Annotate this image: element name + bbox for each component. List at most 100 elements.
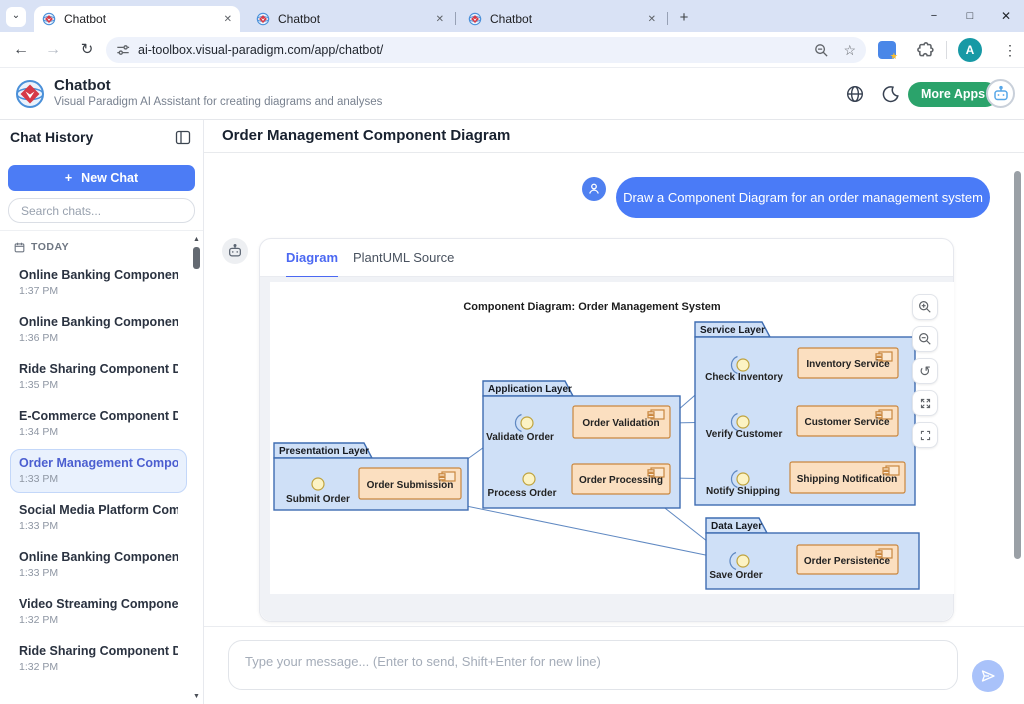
chat-history-item[interactable]: Online Banking Component ... 1:33 PM [10, 543, 187, 587]
new-chat-button[interactable]: + New Chat [8, 165, 195, 191]
fullscreen-button[interactable] [912, 422, 938, 448]
component-diagram-canvas[interactable]: Presentation Layer Application Layer Ser… [270, 282, 954, 594]
extensions-puzzle-icon[interactable] [916, 41, 934, 59]
bookmark-star-icon[interactable]: ☆ [843, 42, 856, 59]
chat-history-item[interactable]: Online Banking Component ...1:36 PM [10, 308, 187, 352]
tab-search-button[interactable]: ⌄ [6, 7, 26, 27]
response-tab-bar: Diagram PlantUML Source [260, 239, 953, 277]
tab-title: Chatbot [490, 12, 640, 26]
reset-view-button[interactable]: ↺ [912, 358, 938, 384]
component-order-persistence: Order Persistence [797, 545, 898, 574]
chatbot-badge-icon[interactable] [986, 79, 1015, 108]
chat-history-item[interactable]: Online Banking Component ... 1:37 PM [10, 261, 187, 305]
chat-item-title: Online Banking Component ... [19, 268, 178, 282]
tab-close-icon[interactable]: ✕ [224, 14, 232, 25]
back-icon[interactable]: ← [8, 32, 34, 68]
address-bar[interactable]: ai-toolbox.visual-paradigm.com/app/chatb… [106, 37, 866, 63]
scrollbar-thumb[interactable] [193, 247, 200, 269]
more-apps-button[interactable]: More Apps [908, 82, 998, 107]
tab-plantuml-source[interactable]: PlantUML Source [353, 239, 454, 276]
chat-item-time: 1:33 PM [19, 567, 178, 579]
browser-titlebar: ⌄ Chatbot ✕ Chatbot ✕ Chatbot ✕ + − □ ✕ [0, 0, 1024, 32]
chat-history-item[interactable]: Video Streaming Component...1:32 PM [10, 590, 187, 634]
zoom-out-button[interactable] [912, 326, 938, 352]
url-text[interactable]: ai-toolbox.visual-paradigm.com/app/chatb… [138, 43, 814, 57]
search-chats-input[interactable] [8, 198, 195, 223]
user-avatar [582, 177, 606, 201]
browser-tab-1[interactable]: Chatbot ✕ [34, 6, 240, 32]
diagram-toolbar: ↺ [912, 294, 938, 454]
browser-menu-icon[interactable]: ⋮ [1003, 32, 1017, 68]
chat-item-time: 1:37 PM [19, 285, 178, 297]
chat-item-time: 1:33 PM [19, 520, 178, 532]
chat-history-item[interactable]: E-Commerce Component Di...1:34 PM [10, 402, 187, 446]
chat-item-title: Video Streaming Component... [19, 597, 178, 611]
browser-tab-2[interactable]: Chatbot ✕ [248, 6, 452, 32]
site-settings-icon[interactable] [116, 43, 130, 57]
tab-title: Chatbot [64, 12, 216, 26]
chat-scrollbar-thumb[interactable] [1014, 171, 1021, 559]
interface-verify-customer [737, 416, 749, 428]
chat-history-sidebar: Chat History + New Chat TODAY Online Ban… [0, 120, 204, 704]
chat-item-time: 1:34 PM [19, 426, 178, 438]
language-globe-icon[interactable] [846, 85, 864, 103]
package-label: Application Layer [488, 384, 572, 395]
tab-close-icon[interactable]: ✕ [436, 14, 444, 25]
chat-history-item[interactable]: Social Media Platform Comp... 1:33 PM [10, 496, 187, 540]
component-shipping-notification: Shipping Notification [790, 462, 905, 493]
window-close-button[interactable]: ✕ [988, 0, 1024, 32]
profile-avatar[interactable]: A [958, 38, 982, 62]
chat-history-item[interactable]: Ride Sharing Component Dia...1:35 PM [10, 355, 187, 399]
scroll-up-icon[interactable]: ▲ [192, 236, 201, 243]
user-message-bubble: Draw a Component Diagram for an order ma… [616, 177, 990, 218]
send-plane-icon [980, 668, 996, 684]
package-label: Service Layer [700, 325, 765, 336]
window-minimize-button[interactable]: − [916, 0, 952, 32]
app-header: Chatbot Visual Paradigm AI Assistant for… [0, 68, 1024, 120]
component-order-processing: Order Processing [572, 464, 670, 494]
today-section-header: TODAY [14, 241, 187, 253]
page-title: Order Management Component Diagram [222, 120, 510, 152]
browser-tab-3[interactable]: Chatbot ✕ [460, 6, 664, 32]
svg-text:Order Validation: Order Validation [582, 418, 659, 429]
interface-submit-order [312, 478, 324, 490]
zoom-in-button[interactable] [912, 294, 938, 320]
chat-history-item-selected[interactable]: Order Management Compon...1:33 PM [10, 449, 187, 493]
visual-paradigm-logo [14, 78, 46, 110]
chat-item-time: 1:36 PM [19, 332, 178, 344]
svg-text:Verify Customer: Verify Customer [706, 429, 783, 440]
dark-mode-moon-icon[interactable] [882, 85, 900, 103]
svg-text:Order Submission: Order Submission [367, 480, 454, 491]
send-button[interactable] [972, 660, 1004, 692]
component-order-submission: Order Submission [359, 468, 461, 499]
svg-text:Save Order: Save Order [709, 570, 762, 581]
sidebar-scrollbar[interactable]: ▲ ▼ [192, 236, 201, 700]
visual-paradigm-favicon [468, 12, 482, 26]
component-diagram: Presentation Layer Application Layer Ser… [270, 282, 954, 594]
plus-icon: + [65, 171, 72, 185]
assistant-response-card: Diagram PlantUML Source [259, 238, 954, 622]
message-input[interactable] [228, 640, 958, 690]
svg-text:Submit Order: Submit Order [286, 494, 350, 505]
chat-history-item[interactable]: Ride Sharing Component Dia...1:32 PM [10, 637, 187, 681]
window-maximize-button[interactable]: □ [952, 0, 988, 32]
reload-icon[interactable]: ↻ [74, 32, 100, 68]
component-inventory-service: Inventory Service [798, 348, 898, 378]
scroll-down-icon[interactable]: ▼ [192, 693, 201, 700]
chat-item-title: Online Banking Component ... [19, 550, 178, 564]
calendar-icon [14, 242, 25, 253]
chat-item-time: 1:32 PM [19, 661, 178, 673]
package-label: Presentation Layer [279, 446, 369, 457]
message-input-bar [204, 626, 1024, 704]
svg-text:Validate Order: Validate Order [486, 432, 554, 443]
component-customer-service: Customer Service [797, 406, 898, 436]
chat-item-title: Social Media Platform Comp... [19, 503, 178, 517]
forward-icon[interactable]: → [40, 32, 66, 68]
tab-diagram[interactable]: Diagram [286, 239, 338, 278]
new-tab-button[interactable]: + [674, 8, 694, 28]
zoom-indicator-icon[interactable] [814, 43, 829, 58]
tab-close-icon[interactable]: ✕ [648, 14, 656, 25]
collapse-sidebar-icon[interactable] [175, 130, 191, 145]
expand-button[interactable] [912, 390, 938, 416]
reading-extension-icon[interactable] [878, 41, 896, 59]
